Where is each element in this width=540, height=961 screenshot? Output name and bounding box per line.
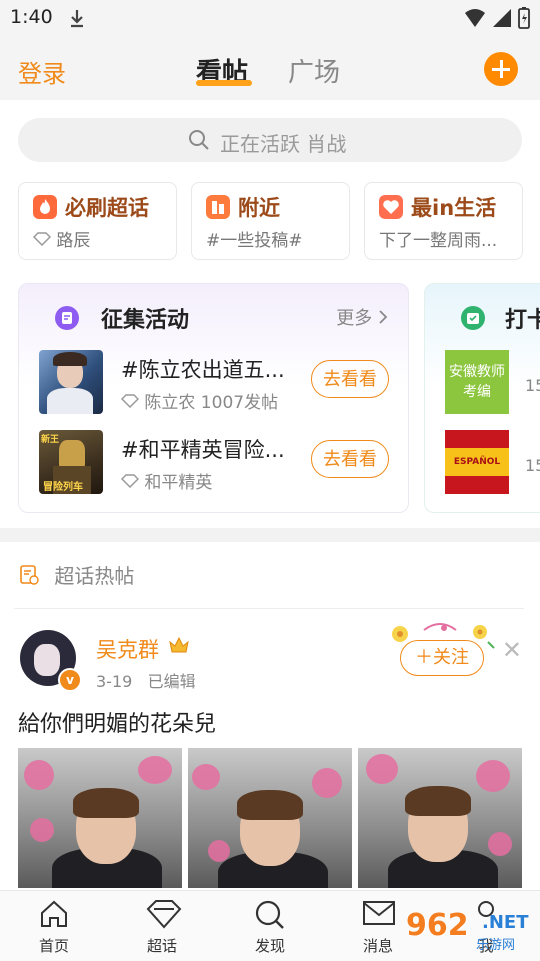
hot-posts-icon [18, 564, 40, 591]
checkin-tile: ESPAÑOL [445, 430, 509, 494]
nav-label: 发现 [254, 937, 285, 955]
flame-icon [33, 195, 57, 219]
tile-label: ESPAÑOL [445, 448, 509, 476]
post-text: 給你們明媚的花朵兒 [18, 712, 217, 737]
chevron-right-icon [379, 310, 388, 324]
collect-item-sub-text: 和平精英 [144, 473, 213, 493]
more-text: 更多 [336, 308, 373, 329]
active-tab-indicator [196, 80, 252, 86]
go-see-button[interactable]: 去看看 [311, 360, 389, 398]
tab-square[interactable]: 广场 [288, 52, 340, 89]
watermark-net: .NET [482, 912, 529, 933]
nav-home[interactable]: 首页 [14, 891, 94, 961]
post-meta: 3-19 已编辑 [96, 668, 196, 692]
card-must-browse[interactable]: 必刷超话 路辰 [18, 182, 177, 260]
checkin-card[interactable]: 打卡 安徽教师考编 ESPAÑOL 15 15 [424, 283, 540, 513]
nav-super-topic[interactable]: 超话 [122, 891, 202, 961]
watermark-num: 962 [406, 908, 469, 943]
collect-item-title: #和平精英冒险... [121, 438, 285, 462]
post-edited: 已编辑 [147, 672, 196, 691]
hot-posts-title: 超话热帖 [54, 564, 135, 588]
card-best-life[interactable]: 最in生活 下了一整周雨... [364, 182, 523, 260]
watermark-logo: 962 .NET 乐游网 [402, 908, 532, 956]
nav-label: 首页 [38, 937, 69, 955]
more-link[interactable]: 更多 [336, 304, 388, 330]
add-post-button[interactable] [484, 52, 518, 86]
checkin-tile: 安徽教师考编 [445, 350, 509, 414]
collect-item[interactable]: 新王 冒险列车 #和平精英冒险... 和平精英 去看看 [39, 430, 399, 494]
card-title: 附近 [238, 196, 280, 220]
collect-item-sub: 和平精英 [120, 468, 213, 493]
post-date: 3-19 [96, 672, 133, 691]
follow-button[interactable]: ＋关注 [400, 640, 484, 676]
card-sub: 下了一整周雨... [379, 231, 498, 251]
search-input[interactable]: 正在活跃 肖战 [18, 118, 522, 162]
status-bar: 1:40 [0, 0, 540, 36]
collect-activity-card: 征集活动 更多 #陈立农出道五... 陈立农 1007发帖 去看看 新王 冒险列… [18, 283, 409, 513]
checkin-count: 15 [525, 456, 540, 475]
post-image[interactable] [188, 748, 352, 888]
diamond-icon [120, 394, 140, 409]
game-thumb-label: 冒险列车 [43, 482, 83, 493]
checkin-count: 15 [525, 376, 540, 395]
mail-icon [362, 899, 396, 931]
card-sub-text: 路辰 [56, 231, 91, 251]
nav-discover[interactable]: 发现 [230, 891, 310, 961]
watermark-sub: 乐游网 [476, 938, 516, 953]
crown-icon [168, 634, 190, 660]
search-icon [188, 129, 210, 155]
collect-item-sub-text: 陈立农 1007发帖 [144, 393, 279, 413]
post-card[interactable]: v 吴克群 3-19 已编辑 ＋关注 ✕ 給你們明媚的花朵兒 [0, 620, 540, 890]
post-image[interactable] [18, 748, 182, 888]
home-icon [38, 899, 70, 933]
search-icon [254, 899, 286, 935]
collect-item-sub: 陈立农 1007发帖 [120, 388, 279, 413]
collect-thumb-photo [39, 350, 103, 414]
diamond-icon [120, 474, 140, 489]
battery-icon [518, 7, 530, 29]
post-author[interactable]: 吴克群 [96, 634, 159, 664]
hot-posts-header: 超话热帖 [18, 560, 134, 591]
nav-label: 超话 [146, 937, 177, 955]
card-title: 最in生活 [411, 196, 497, 220]
collect-item-title: #陈立农出道五... [121, 358, 285, 382]
collect-item[interactable]: #陈立农出道五... 陈立农 1007发帖 去看看 [39, 350, 399, 414]
download-icon [68, 8, 86, 32]
system-icons [464, 7, 530, 29]
card-title: 必刷超话 [65, 196, 149, 220]
checkin-icon [461, 306, 485, 330]
search-placeholder: 正在活跃 肖战 [220, 132, 347, 156]
game-thumb-label: 新王 [41, 435, 60, 445]
verified-badge-icon: v [58, 668, 82, 692]
checkin-title: 打卡 [505, 308, 540, 333]
divider-line [14, 608, 524, 609]
section-divider [0, 528, 540, 542]
post-image[interactable] [358, 748, 522, 888]
heart-icon [379, 195, 403, 219]
diamond-icon [146, 899, 182, 933]
top-nav: 登录 看帖 广场 [0, 36, 540, 100]
edit-icon [55, 306, 79, 330]
signal-icon [493, 9, 511, 27]
collect-thumb-game: 新王 冒险列车 [39, 430, 103, 494]
close-icon[interactable]: ✕ [502, 636, 522, 664]
login-link[interactable]: 登录 [18, 54, 66, 89]
wifi-icon [465, 9, 485, 27]
building-icon [206, 195, 230, 219]
card-sub: 路辰 [33, 226, 173, 251]
collect-title: 征集活动 [101, 308, 190, 333]
go-see-button[interactable]: 去看看 [311, 440, 389, 478]
diamond-icon [33, 232, 52, 247]
card-sub: #一些投稿# [206, 231, 303, 251]
card-nearby[interactable]: 附近 #一些投稿# [191, 182, 350, 260]
status-time: 1:40 [10, 6, 53, 28]
